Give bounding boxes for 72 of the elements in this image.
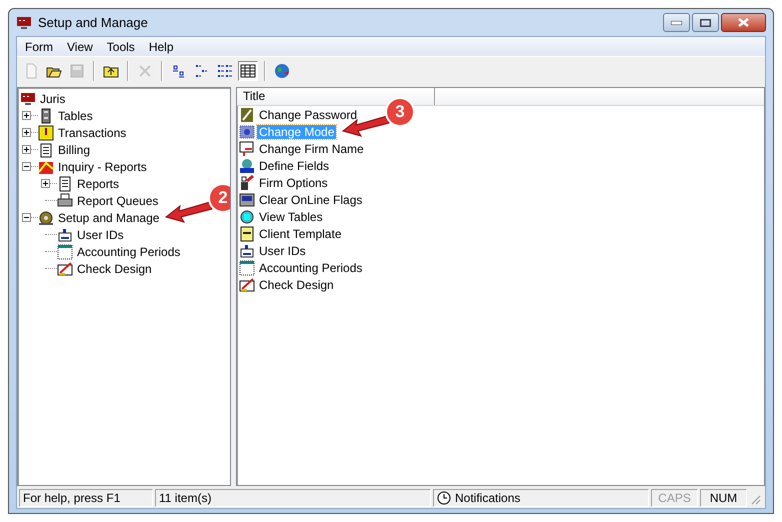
tree-node-icon <box>38 158 54 174</box>
window-title: Setup and Manage <box>38 15 149 30</box>
tree-item[interactable]: Accounting Periods <box>75 244 182 258</box>
list-item[interactable]: Client Template <box>257 226 344 240</box>
step-badge: 3 <box>387 99 413 125</box>
list-item-icon <box>239 242 255 258</box>
status-text: Notifications <box>455 491 520 505</box>
menu-item[interactable]: View <box>60 40 100 54</box>
tree-item[interactable]: Inquiry - Reports <box>56 160 149 174</box>
resize-grip-icon <box>749 493 761 505</box>
step-badge: 2 <box>210 185 230 211</box>
list-item-icon <box>239 208 255 224</box>
menu-item[interactable]: Form <box>18 40 60 54</box>
minimize-icon <box>671 20 682 24</box>
tree-item[interactable]: Reports <box>75 176 122 190</box>
list-item[interactable]: View Tables <box>257 210 325 224</box>
tree-item[interactable]: Transactions <box>56 126 128 140</box>
collapse-toggle[interactable] <box>22 213 31 222</box>
app-icon <box>16 14 32 30</box>
list-item[interactable]: Define Fields <box>257 158 332 172</box>
collapse-toggle[interactable] <box>22 162 31 171</box>
tree-node-icon <box>57 192 73 208</box>
tree-node-icon <box>57 244 73 260</box>
tree-node-icon <box>57 176 73 192</box>
details-view-button[interactable] <box>238 60 258 80</box>
list-item-icon <box>239 276 255 292</box>
list-item-icon <box>239 174 255 190</box>
maximize-button[interactable] <box>692 13 719 32</box>
list-item-icon <box>239 226 255 242</box>
tree-item[interactable]: Billing <box>56 142 92 156</box>
list-item[interactable]: Accounting Periods <box>257 260 364 274</box>
close-button[interactable] <box>721 13 766 32</box>
tree-node-icon <box>57 260 73 276</box>
list-item[interactable]: Change Firm Name <box>257 142 366 156</box>
list-item-icon <box>239 192 255 208</box>
list-item[interactable]: Firm Options <box>257 176 330 190</box>
status-text: 11 item(s) <box>155 489 431 507</box>
expand-toggle[interactable] <box>41 179 50 188</box>
list-item-icon <box>239 158 255 174</box>
menu-item[interactable]: Help <box>142 40 180 54</box>
clock-icon <box>437 491 451 505</box>
expand-toggle[interactable] <box>22 145 31 154</box>
list-item[interactable]: Change Password <box>257 108 360 122</box>
column-header[interactable]: Title <box>237 88 435 105</box>
tree-node-icon <box>38 210 54 226</box>
close-icon <box>738 18 749 27</box>
expand-toggle[interactable] <box>22 128 31 137</box>
tree-node-icon <box>38 124 54 140</box>
list-item[interactable]: Clear OnLine Flags <box>257 192 364 206</box>
tree-node-icon <box>38 142 54 158</box>
status-indicator: CAPS <box>651 489 698 507</box>
tree-item[interactable]: Tables <box>56 108 95 122</box>
callout-arrow <box>164 200 214 224</box>
tree-node-icon <box>57 226 73 242</box>
tree-item[interactable]: Setup and Manage <box>56 210 162 224</box>
status-text: For help, press F1 <box>19 489 153 507</box>
tree-item[interactable]: Juris <box>38 92 68 106</box>
tree-item[interactable]: Check Design <box>75 262 154 276</box>
status-indicator: NUM <box>700 489 747 507</box>
expand-toggle[interactable] <box>22 111 31 120</box>
tree-node-icon <box>20 90 36 106</box>
list-item-icon <box>239 140 255 156</box>
list-item-icon <box>239 124 255 140</box>
list-item[interactable]: Check Design <box>257 278 336 292</box>
minimize-button[interactable] <box>663 13 690 32</box>
maximize-icon <box>700 18 711 26</box>
list-item-icon <box>239 106 255 122</box>
list-item[interactable]: User IDs <box>257 244 308 258</box>
tree-item[interactable]: User IDs <box>75 228 126 242</box>
menu-item[interactable]: Tools <box>100 40 142 54</box>
tree-item[interactable]: Report Queues <box>75 194 160 208</box>
list-item-icon <box>239 260 255 276</box>
